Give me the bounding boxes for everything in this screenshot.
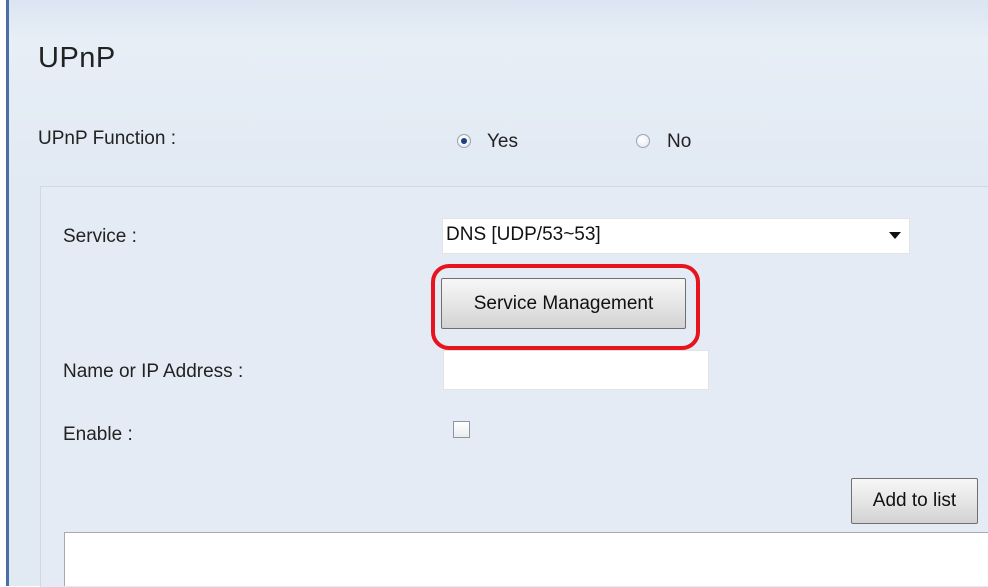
enable-checkbox[interactable] — [453, 421, 470, 438]
service-select-value: DNS [UDP/53~53] — [446, 224, 601, 245]
chevron-down-icon — [889, 232, 901, 239]
add-to-list-button[interactable]: Add to list — [851, 478, 978, 524]
service-select[interactable]: DNS [UDP/53~53] — [442, 218, 910, 254]
page-title: UPnP — [38, 42, 116, 74]
name-or-ip-label: Name or IP Address : — [63, 361, 244, 382]
rules-list-box[interactable] — [64, 532, 988, 586]
name-or-ip-input[interactable] — [443, 350, 709, 390]
upnp-yes-radio[interactable] — [457, 134, 471, 148]
upnp-no-label[interactable]: No — [667, 131, 691, 153]
service-label: Service : — [63, 226, 137, 247]
upnp-no-radio[interactable] — [636, 134, 650, 148]
highlight-annotation-ring — [431, 264, 700, 350]
upnp-yes-label[interactable]: Yes — [487, 131, 518, 153]
enable-label: Enable : — [63, 424, 133, 445]
upnp-function-label: UPnP Function : — [38, 128, 177, 149]
left-border-rule — [0, 0, 9, 586]
